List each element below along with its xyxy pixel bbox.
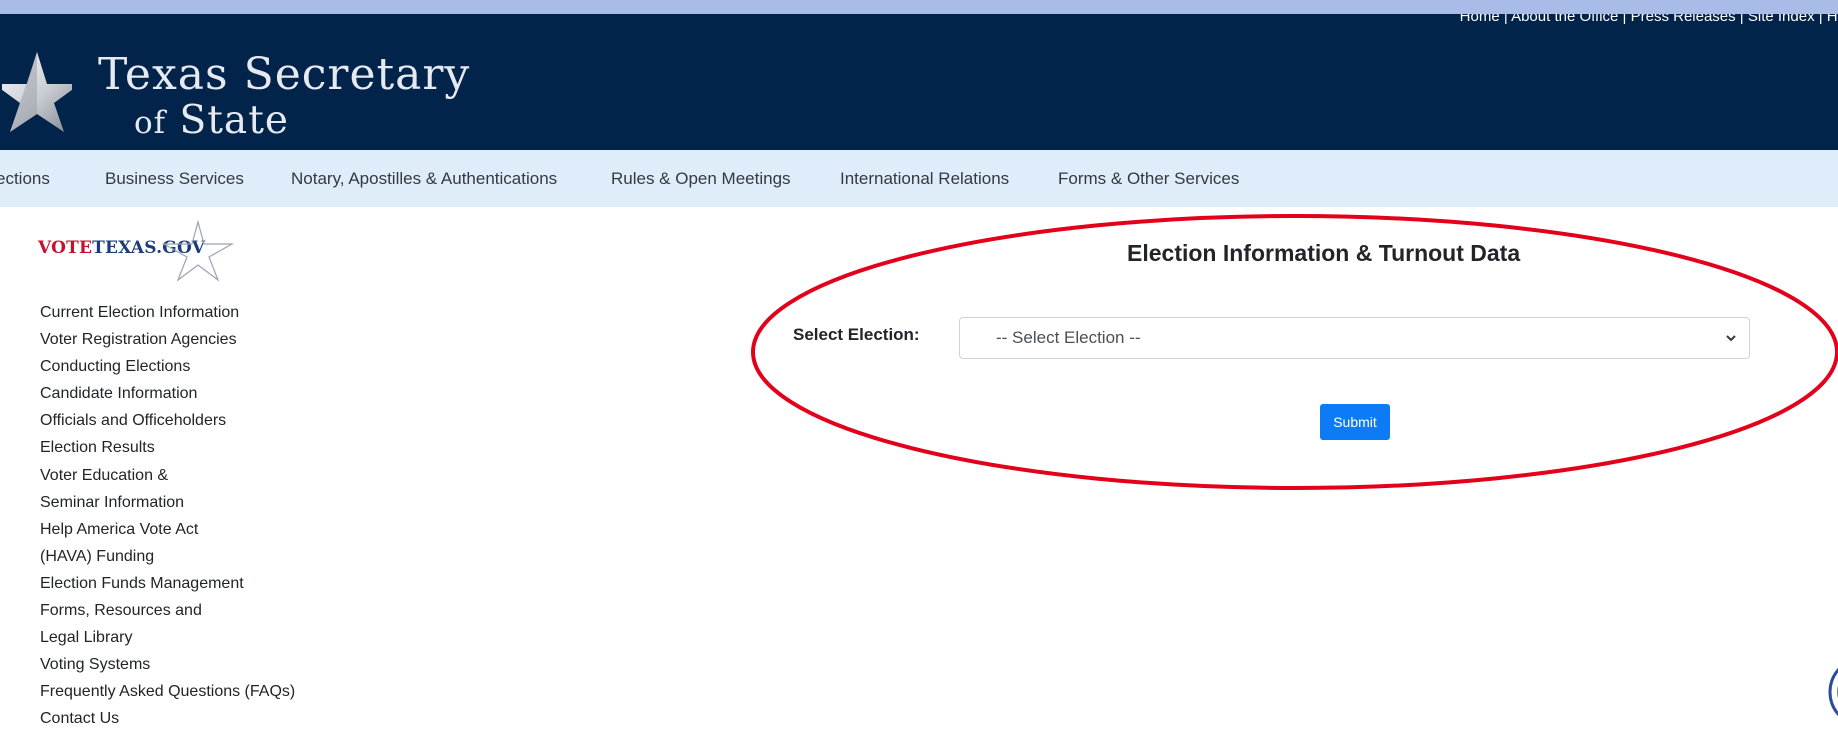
logo-state: State bbox=[179, 98, 289, 143]
sidebar-link-seminar-info[interactable]: Seminar Information bbox=[40, 489, 295, 516]
browser-page: Home | About the Office | Press Releases… bbox=[0, 14, 1838, 731]
main-nav: ections Business Services Notary, Aposti… bbox=[0, 150, 1838, 207]
nav-item-forms[interactable]: Forms & Other Services bbox=[1058, 169, 1239, 189]
state-seal-icon bbox=[1828, 667, 1838, 717]
site-logo-text[interactable]: Texas Secretary of State bbox=[98, 50, 470, 144]
votetexas-star-icon bbox=[162, 220, 234, 282]
sidebar-link-current-election[interactable]: Current Election Information bbox=[40, 299, 295, 326]
sidebar-link-funds-management[interactable]: Election Funds Management bbox=[40, 570, 295, 597]
sidebar-links: Current Election Information Voter Regis… bbox=[40, 299, 295, 731]
nav-item-rules[interactable]: Rules & Open Meetings bbox=[611, 169, 791, 189]
sidebar-link-voter-education[interactable]: Voter Education & bbox=[40, 462, 295, 489]
sidebar-link-hava[interactable]: Help America Vote Act bbox=[40, 516, 295, 543]
sidebar-link-forms-resources[interactable]: Forms, Resources and bbox=[40, 597, 295, 624]
sidebar-link-contact-us[interactable]: Contact Us bbox=[40, 705, 295, 731]
logo-title: Texas Secretary bbox=[98, 49, 471, 100]
star-logo-icon bbox=[2, 52, 72, 132]
sidebar-link-election-results[interactable]: Election Results bbox=[40, 434, 295, 461]
logo-of: of bbox=[134, 105, 167, 141]
sidebar-link-voter-registration[interactable]: Voter Registration Agencies bbox=[40, 326, 295, 353]
site-header: Home | About the Office | Press Releases… bbox=[0, 14, 1838, 150]
sidebar-link-voting-systems[interactable]: Voting Systems bbox=[40, 651, 295, 678]
nav-item-business-services[interactable]: Business Services bbox=[105, 169, 244, 189]
nav-item-elections[interactable]: ections bbox=[0, 169, 50, 189]
sidebar-link-legal-library[interactable]: Legal Library bbox=[40, 624, 295, 651]
sidebar-link-candidate-info[interactable]: Candidate Information bbox=[40, 380, 295, 407]
nav-item-international[interactable]: International Relations bbox=[840, 169, 1009, 189]
logo-subtitle: of State bbox=[98, 100, 470, 144]
nav-item-notary[interactable]: Notary, Apostilles & Authentications bbox=[291, 169, 557, 189]
top-utility-links[interactable]: Home | About the Office | Press Releases… bbox=[1460, 14, 1838, 25]
sidebar-link-conducting-elections[interactable]: Conducting Elections bbox=[40, 353, 295, 380]
annotation-ellipse bbox=[751, 214, 1838, 490]
sidebar-link-hava-funding[interactable]: (HAVA) Funding bbox=[40, 543, 295, 570]
sidebar-link-officials[interactable]: Officials and Officeholders bbox=[40, 407, 295, 434]
sidebar-link-faqs[interactable]: Frequently Asked Questions (FAQs) bbox=[40, 678, 295, 705]
votetexas-logo[interactable]: VOTETEXAS.GOV bbox=[38, 220, 238, 282]
